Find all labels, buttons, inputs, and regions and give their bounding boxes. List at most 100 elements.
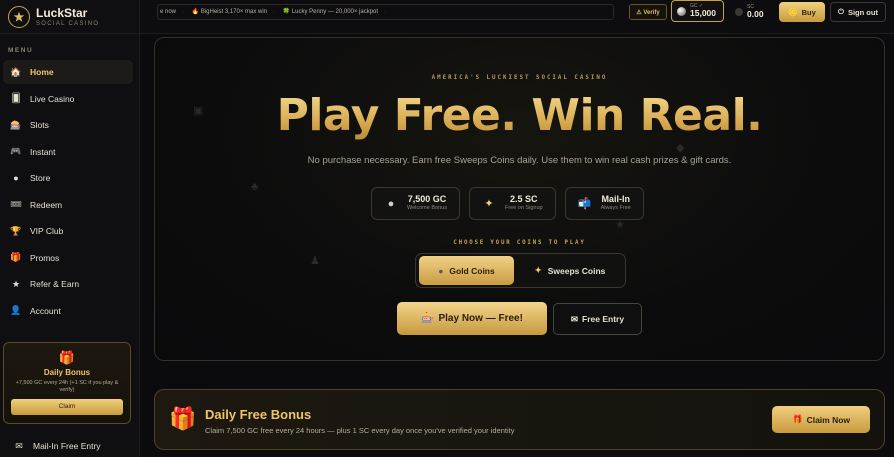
ticker-item: e now	[160, 9, 177, 15]
star-icon: ★	[11, 278, 21, 289]
sidebar-item-label: Account	[30, 305, 61, 316]
buy-label: Buy	[801, 7, 816, 17]
sidebar-item-live-casino[interactable]: 🂠 Live Casino	[3, 87, 133, 111]
sidebar-item-label: Redeem	[30, 199, 63, 210]
sc-value: 0.00	[747, 9, 764, 20]
sidebar-item-refer-earn[interactable]: ★ Refer & Earn	[3, 272, 133, 296]
stat-mail-in: 📬 Mail-In Always Free	[564, 187, 644, 220]
cards-icon: 🂠	[11, 93, 21, 103]
sidebar-item-store[interactable]: ● Store	[3, 166, 133, 190]
daily-bonus-desc: +7,500 GC every 24h (+1 SC if you play &…	[15, 380, 119, 394]
stat-value: 7,500 GC	[407, 194, 447, 205]
menu-title: MENU	[8, 47, 34, 54]
sweeps-coin-balance[interactable]: SC 0.00	[731, 1, 774, 23]
coin-icon: ●	[13, 173, 19, 183]
mail-icon: ✉	[15, 440, 23, 451]
daily-bonus-title: Daily Free Bonus	[205, 407, 312, 422]
daily-free-bonus-banner: 🎁 Daily Free Bonus Claim 7,500 GC free e…	[154, 389, 885, 450]
gold-coins-option[interactable]: ● Gold Coins	[419, 256, 514, 285]
gold-coin-icon: ●	[438, 265, 444, 276]
sidebar-item-home[interactable]: 🏠 Home	[3, 60, 133, 84]
stat-free-signup: ✦ 2.5 SC Free on Signup	[468, 187, 556, 220]
verify-button[interactable]: ⚠ Verify	[629, 4, 667, 20]
buy-button[interactable]: 🪙 Buy	[779, 2, 825, 22]
star-coin-logo-icon: ★	[8, 5, 30, 28]
gift-icon: 🎁	[791, 414, 803, 424]
daily-bonus-title: Daily Bonus	[43, 368, 91, 377]
claim-now-label: Claim Now	[806, 414, 851, 425]
sparkle-icon: ✦	[484, 198, 494, 210]
sidebar-item-instant[interactable]: 🎮 Instant	[3, 140, 133, 164]
gc-value: 15,000	[690, 8, 716, 19]
sidebar-item-vip-club[interactable]: 🏆 VIP Club	[3, 219, 133, 243]
sidebar-item-redeem[interactable]: 🎟 Redeem	[3, 193, 133, 217]
sidebar-item-label: Live Casino	[30, 93, 75, 104]
diamond-decoration-icon: ◆	[676, 142, 685, 154]
ticker-separator: ·	[384, 9, 387, 15]
hero-stats: ● 7,500 GC Welcome Bonus ✦ 2.5 SC Free o…	[371, 187, 644, 220]
sidebar-item-label: Slots	[30, 120, 49, 130]
gold-coin-balance[interactable]: GC ✓ 15,000	[671, 0, 724, 22]
sidebar-item-promos[interactable]: 🎁 Promos	[3, 246, 133, 270]
sign-out-button[interactable]: ⏻ Sign out	[830, 2, 886, 22]
brand[interactable]: ★ LuckStar SOCIAL CASINO	[0, 0, 139, 34]
ticker-separator: ·	[273, 9, 276, 15]
stat-value: Mail-In	[601, 194, 630, 205]
slot-machine-icon: 🎰	[421, 313, 434, 324]
sidebar-item-label: Refer & Earn	[30, 279, 80, 289]
user-icon: 👤	[10, 305, 22, 315]
trophy-icon: 🏆	[10, 225, 22, 236]
sweeps-coins-option[interactable]: ✦ Sweeps Coins	[518, 256, 622, 285]
play-now-label: Play Now — Free!	[438, 313, 523, 324]
hero-subtitle: No purchase necessary. Earn free Sweeps …	[307, 155, 732, 166]
gold-coin-icon	[677, 6, 686, 16]
stat-label: Always Free	[600, 205, 631, 212]
slot-machine-icon: 🎰	[10, 119, 22, 130]
sidebar-item-slots[interactable]: 🎰 Slots	[3, 113, 133, 137]
hero-section: ▣ ♣ ♟ ◆ ★ AMERICA'S LUCKIEST SOCIAL CASI…	[154, 37, 885, 361]
ticker-item: 🔥 BigHeist 3,170× max win	[191, 9, 268, 15]
claim-button[interactable]: Claim	[11, 398, 123, 415]
home-icon: 🏠	[10, 66, 22, 77]
play-now-button[interactable]: 🎰 Play Now — Free!	[397, 302, 547, 335]
coin-icon: ●	[387, 197, 395, 210]
sign-out-label: Sign out	[847, 7, 878, 17]
sidebar-item-label: Mail-In Free Entry	[33, 441, 101, 451]
ticket-icon: 🎟	[10, 199, 22, 209]
ticker-separator: ·	[182, 9, 185, 15]
sidebar-item-label: Instant	[30, 146, 56, 157]
sidebar-item-account[interactable]: 👤 Account	[3, 299, 133, 323]
top-bar: e now · 🔥 BigHeist 3,170× max win · 🍀 Luck…	[140, 0, 894, 34]
sidebar: ★ LuckStar SOCIAL CASINO MENU 🏠 Home 🂠 L…	[0, 0, 140, 457]
sidebar-item-mail-in-free-entry[interactable]: ✉ Mail-In Free Entry	[6, 434, 101, 457]
mailbox-icon: 📬	[577, 198, 592, 210]
sidebar-item-label: Promos	[30, 252, 60, 263]
gift-icon: 🎁	[58, 350, 76, 365]
stat-welcome-bonus: ● 7,500 GC Welcome Bonus	[371, 187, 460, 220]
stat-label: Free on Signup	[504, 205, 543, 212]
clover-decoration-icon: ♣	[251, 181, 259, 193]
choose-coins-label: CHOOSE YOUR COINS TO PLAY	[453, 240, 586, 246]
gift-icon: 🎁	[169, 406, 197, 431]
bell-decoration-icon: ♟	[310, 255, 320, 267]
coins-icon: 🪙	[788, 7, 798, 17]
wins-ticker: e now · 🔥 BigHeist 3,170× max win · 🍀 Luck…	[157, 4, 614, 20]
gamepad-icon: 🎮	[10, 146, 22, 156]
gold-coins-label: Gold Coins	[449, 265, 495, 276]
daily-bonus-desc: Claim 7,500 GC free every 24 hours — plu…	[205, 426, 515, 435]
free-entry-label: Free Entry	[582, 314, 625, 324]
free-entry-button[interactable]: ✉ Free Entry	[553, 303, 642, 335]
stat-value: 2.5 SC	[510, 194, 538, 205]
stat-label: Welcome Bonus	[407, 205, 447, 212]
claim-now-button[interactable]: 🎁 Claim Now	[772, 406, 870, 433]
sweeps-coin-icon	[735, 8, 743, 16]
sidebar-item-label: VIP Club	[30, 226, 64, 236]
coin-type-toggle: ● Gold Coins ✦ Sweeps Coins	[415, 253, 626, 288]
gift-icon: 🎁	[10, 252, 22, 262]
hero-title: Play Free. Win Real.	[155, 90, 884, 141]
sidebar-item-label: Store	[30, 173, 51, 183]
daily-bonus-card: 🎁 Daily Bonus +7,500 GC every 24h (+1 SC…	[3, 342, 131, 424]
ticker-item: 🍀 Lucky Penny — 20,000× jackpot	[282, 9, 379, 15]
brand-tagline: SOCIAL CASINO	[36, 20, 100, 27]
sidebar-item-label: Home	[30, 67, 54, 77]
